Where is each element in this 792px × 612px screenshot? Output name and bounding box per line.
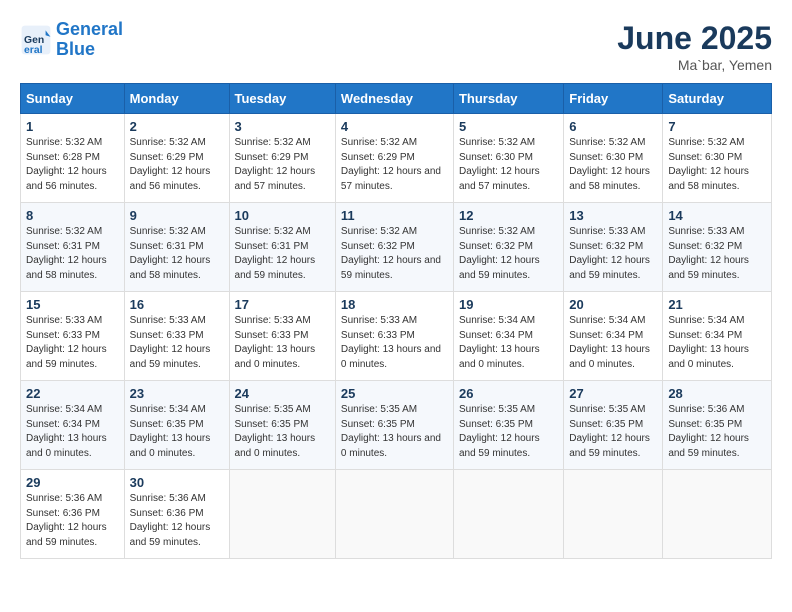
- month-title: June 2025: [617, 20, 772, 57]
- calendar-day-15: 15 Sunrise: 5:33 AMSunset: 6:33 PMDaylig…: [21, 292, 125, 381]
- calendar-week-row: 1 Sunrise: 5:32 AMSunset: 6:28 PMDayligh…: [21, 114, 772, 203]
- calendar-day-17: 17 Sunrise: 5:33 AMSunset: 6:33 PMDaylig…: [229, 292, 335, 381]
- weekday-header-monday: Monday: [124, 84, 229, 114]
- calendar-table: SundayMondayTuesdayWednesdayThursdayFrid…: [20, 83, 772, 559]
- calendar-day-22: 22 Sunrise: 5:34 AMSunset: 6:34 PMDaylig…: [21, 381, 125, 470]
- calendar-header-row: SundayMondayTuesdayWednesdayThursdayFrid…: [21, 84, 772, 114]
- weekday-header-saturday: Saturday: [663, 84, 772, 114]
- calendar-day-29: 29 Sunrise: 5:36 AMSunset: 6:36 PMDaylig…: [21, 470, 125, 559]
- page-header: Gen eral General Blue June 2025 Ma`bar, …: [20, 20, 772, 73]
- logo-icon: Gen eral: [20, 24, 52, 56]
- calendar-day-30: 30 Sunrise: 5:36 AMSunset: 6:36 PMDaylig…: [124, 470, 229, 559]
- logo: Gen eral General Blue: [20, 20, 123, 60]
- logo-line2: Blue: [56, 39, 95, 59]
- calendar-empty-cell: [335, 470, 453, 559]
- title-block: June 2025 Ma`bar, Yemen: [617, 20, 772, 73]
- calendar-body: 1 Sunrise: 5:32 AMSunset: 6:28 PMDayligh…: [21, 114, 772, 559]
- calendar-day-21: 21 Sunrise: 5:34 AMSunset: 6:34 PMDaylig…: [663, 292, 772, 381]
- calendar-week-row: 15 Sunrise: 5:33 AMSunset: 6:33 PMDaylig…: [21, 292, 772, 381]
- calendar-day-13: 13 Sunrise: 5:33 AMSunset: 6:32 PMDaylig…: [564, 203, 663, 292]
- logo-line1: General: [56, 19, 123, 39]
- calendar-day-2: 2 Sunrise: 5:32 AMSunset: 6:29 PMDayligh…: [124, 114, 229, 203]
- calendar-day-4: 4 Sunrise: 5:32 AMSunset: 6:29 PMDayligh…: [335, 114, 453, 203]
- calendar-day-9: 9 Sunrise: 5:32 AMSunset: 6:31 PMDayligh…: [124, 203, 229, 292]
- calendar-day-20: 20 Sunrise: 5:34 AMSunset: 6:34 PMDaylig…: [564, 292, 663, 381]
- calendar-day-10: 10 Sunrise: 5:32 AMSunset: 6:31 PMDaylig…: [229, 203, 335, 292]
- calendar-day-11: 11 Sunrise: 5:32 AMSunset: 6:32 PMDaylig…: [335, 203, 453, 292]
- calendar-day-7: 7 Sunrise: 5:32 AMSunset: 6:30 PMDayligh…: [663, 114, 772, 203]
- calendar-day-12: 12 Sunrise: 5:32 AMSunset: 6:32 PMDaylig…: [453, 203, 563, 292]
- calendar-week-row: 22 Sunrise: 5:34 AMSunset: 6:34 PMDaylig…: [21, 381, 772, 470]
- calendar-day-23: 23 Sunrise: 5:34 AMSunset: 6:35 PMDaylig…: [124, 381, 229, 470]
- location: Ma`bar, Yemen: [617, 57, 772, 73]
- calendar-day-27: 27 Sunrise: 5:35 AMSunset: 6:35 PMDaylig…: [564, 381, 663, 470]
- calendar-day-19: 19 Sunrise: 5:34 AMSunset: 6:34 PMDaylig…: [453, 292, 563, 381]
- calendar-week-row: 8 Sunrise: 5:32 AMSunset: 6:31 PMDayligh…: [21, 203, 772, 292]
- calendar-day-1: 1 Sunrise: 5:32 AMSunset: 6:28 PMDayligh…: [21, 114, 125, 203]
- calendar-empty-cell: [564, 470, 663, 559]
- weekday-header-tuesday: Tuesday: [229, 84, 335, 114]
- weekday-header-wednesday: Wednesday: [335, 84, 453, 114]
- calendar-day-6: 6 Sunrise: 5:32 AMSunset: 6:30 PMDayligh…: [564, 114, 663, 203]
- calendar-day-14: 14 Sunrise: 5:33 AMSunset: 6:32 PMDaylig…: [663, 203, 772, 292]
- calendar-day-3: 3 Sunrise: 5:32 AMSunset: 6:29 PMDayligh…: [229, 114, 335, 203]
- calendar-day-28: 28 Sunrise: 5:36 AMSunset: 6:35 PMDaylig…: [663, 381, 772, 470]
- calendar-empty-cell: [453, 470, 563, 559]
- weekday-header-friday: Friday: [564, 84, 663, 114]
- calendar-day-8: 8 Sunrise: 5:32 AMSunset: 6:31 PMDayligh…: [21, 203, 125, 292]
- calendar-day-16: 16 Sunrise: 5:33 AMSunset: 6:33 PMDaylig…: [124, 292, 229, 381]
- weekday-header-sunday: Sunday: [21, 84, 125, 114]
- svg-text:eral: eral: [24, 45, 43, 56]
- calendar-empty-cell: [663, 470, 772, 559]
- calendar-day-5: 5 Sunrise: 5:32 AMSunset: 6:30 PMDayligh…: [453, 114, 563, 203]
- calendar-day-24: 24 Sunrise: 5:35 AMSunset: 6:35 PMDaylig…: [229, 381, 335, 470]
- calendar-week-row: 29 Sunrise: 5:36 AMSunset: 6:36 PMDaylig…: [21, 470, 772, 559]
- calendar-day-26: 26 Sunrise: 5:35 AMSunset: 6:35 PMDaylig…: [453, 381, 563, 470]
- calendar-day-18: 18 Sunrise: 5:33 AMSunset: 6:33 PMDaylig…: [335, 292, 453, 381]
- weekday-header-thursday: Thursday: [453, 84, 563, 114]
- calendar-empty-cell: [229, 470, 335, 559]
- calendar-day-25: 25 Sunrise: 5:35 AMSunset: 6:35 PMDaylig…: [335, 381, 453, 470]
